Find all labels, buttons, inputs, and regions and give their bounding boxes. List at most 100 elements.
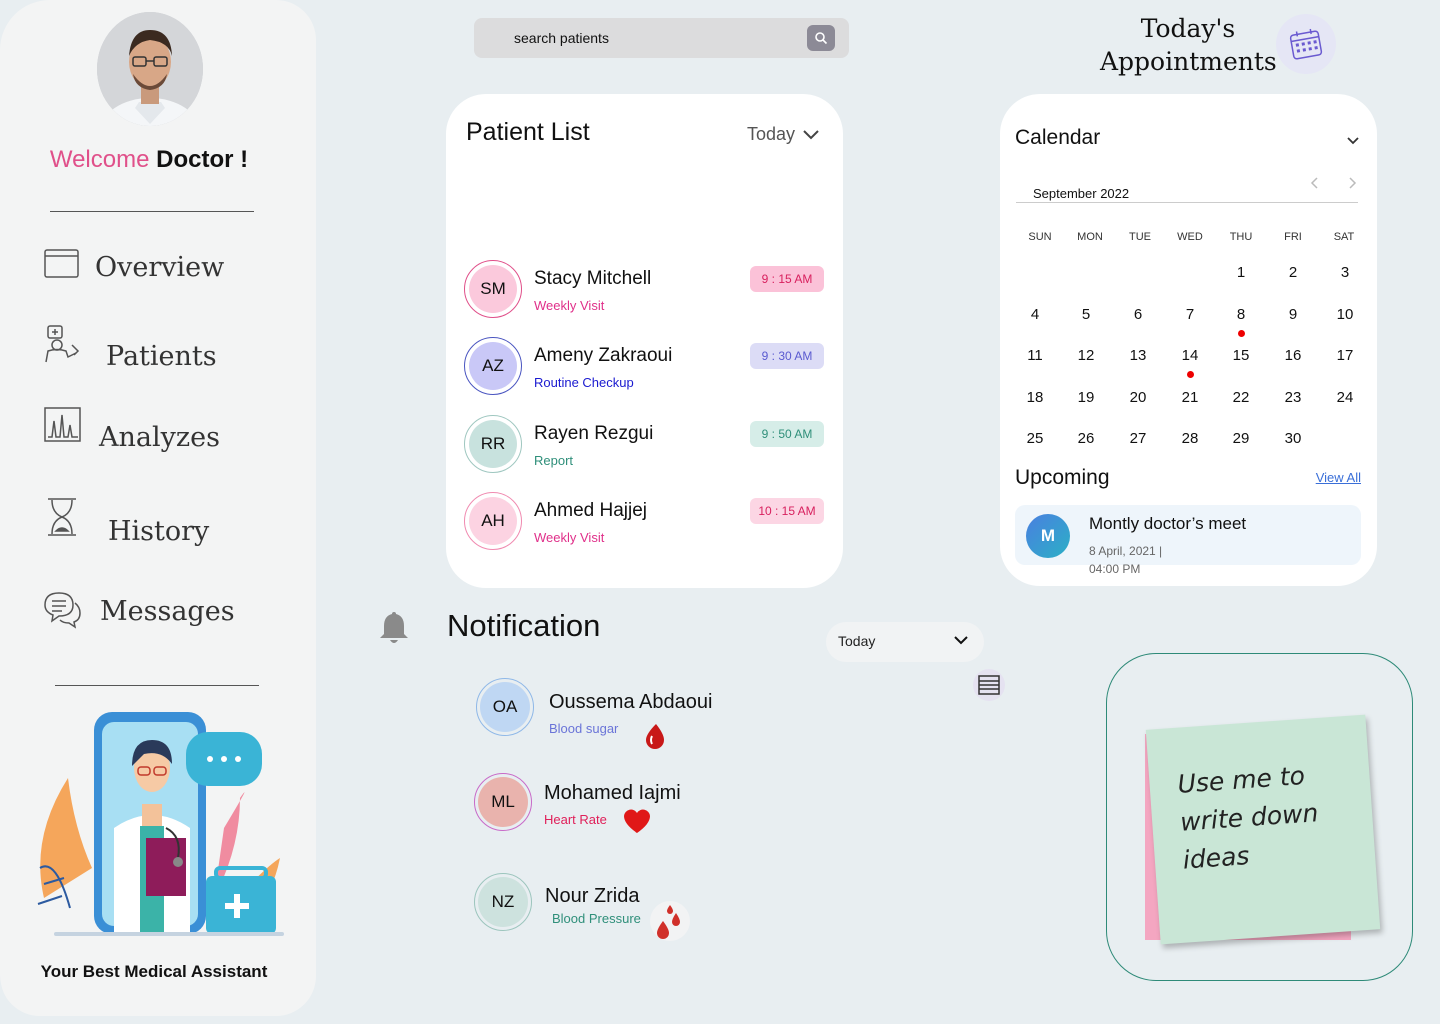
calendar-card: Calendar September 2022 SUN MON TUE WED THU F… [1000, 94, 1377, 586]
notification-name: Oussema Abdaoui [549, 691, 713, 713]
sidebar-item-label: Messages [100, 596, 235, 627]
patient-icon [42, 323, 82, 370]
doctor-avatar[interactable] [97, 12, 203, 126]
appointments-calendar-button[interactable] [1276, 14, 1336, 74]
sticky-note-text: Use me to write down ideas [1176, 754, 1354, 880]
calendar-day[interactable]: 2 [1273, 264, 1313, 281]
calendar-day[interactable]: 13 [1118, 347, 1158, 364]
calendar-day[interactable]: 4 [1015, 306, 1055, 323]
calendar-day[interactable]: 18 [1015, 389, 1055, 406]
calendar-day[interactable]: 26 [1066, 430, 1106, 447]
calendar-day[interactable]: 28 [1170, 430, 1210, 447]
calendar-day[interactable]: 1 [1221, 264, 1261, 281]
calendar-divider [1016, 202, 1358, 203]
calendar-day[interactable]: 7 [1170, 306, 1210, 323]
calendar-day[interactable]: 27 [1118, 430, 1158, 447]
calendar-day[interactable]: 12 [1066, 347, 1106, 364]
calendar-day[interactable]: 23 [1273, 389, 1313, 406]
calendar-day[interactable]: 11 [1015, 347, 1055, 364]
chevron-left-icon[interactable] [1310, 176, 1318, 194]
avatar: OA [476, 678, 534, 736]
notification-item[interactable]: NZ Nour Zrida Blood Pressure [474, 873, 734, 943]
calendar-day[interactable]: 15 [1221, 347, 1261, 364]
bell-icon[interactable] [378, 610, 410, 651]
calendar-weekday: SAT [1333, 231, 1355, 243]
patient-list-filter[interactable]: Today [747, 124, 819, 145]
patient-list-card: Patient List Today SM Stacy Mitchell Wee… [446, 94, 843, 588]
hourglass-icon [46, 497, 78, 544]
calendar-day[interactable]: 21 [1170, 389, 1210, 406]
chevron-down-icon [954, 636, 968, 645]
welcome-prefix: Welcome [49, 146, 150, 173]
notification-type: Blood sugar [549, 721, 619, 736]
search-icon [814, 31, 828, 50]
calendar-day[interactable]: 14 [1170, 347, 1210, 364]
calendar-day[interactable]: 10 [1325, 306, 1365, 323]
patient-row[interactable]: SM Stacy Mitchell Weekly Visit 9 : 15 AM [464, 260, 824, 320]
calendar-day[interactable]: 17 [1325, 347, 1365, 364]
calendar-day[interactable]: 20 [1118, 389, 1158, 406]
notification-item[interactable]: OA Oussema Abdaoui Blood sugar [476, 678, 736, 749]
patient-row[interactable]: AH Ahmed Hajjej Weekly Visit 10 : 15 AM [464, 492, 824, 552]
sticky-note[interactable]: Use me to write down ideas [1145, 714, 1381, 945]
calendar-day[interactable]: 9 [1273, 306, 1313, 323]
notification-title: Notification [447, 608, 601, 643]
sidebar-item-analyzes[interactable]: Analyzes [44, 407, 244, 453]
chevron-down-icon [803, 124, 819, 145]
notification-filter-dropdown[interactable]: Today [826, 622, 984, 662]
appointments-title-line1: Today's [1140, 14, 1236, 43]
calendar-day[interactable]: 19 [1066, 389, 1106, 406]
upcoming-event[interactable]: M Montly doctor’s meet 8 April, 2021 | 0… [1015, 505, 1361, 576]
upcoming-title: Upcoming [1015, 466, 1110, 489]
patient-list-filter-label: Today [746, 124, 795, 144]
patient-name: Ameny Zakraoui [534, 345, 673, 366]
patient-row[interactable]: AZ Ameny Zakraoui Routine Checkup 9 : 30… [464, 337, 824, 397]
notification-type: Heart Rate [544, 812, 607, 827]
list-icon [978, 675, 1000, 700]
notification-item[interactable]: ML Mohamed Iajmi Heart Rate [474, 773, 734, 843]
event-date: 8 April, 2021 | 04:00 PM [1089, 544, 1163, 576]
calendar-icon [1288, 27, 1324, 68]
sidebar-item-overview[interactable]: Overview [44, 248, 244, 284]
avatar: SM [464, 260, 522, 318]
avatar-initials: AH [469, 497, 517, 545]
window-icon [44, 248, 80, 287]
chat-icon [42, 589, 82, 636]
list-view-button[interactable] [973, 669, 1005, 701]
app-frame: Welcome Doctor ! Overview Patients Analy… [0, 0, 1440, 1024]
calendar-day[interactable]: 24 [1325, 389, 1365, 406]
sticky-note-widget[interactable]: Use me to write down ideas [1106, 653, 1413, 981]
view-all-link[interactable]: View All [1316, 470, 1361, 485]
calendar-day[interactable]: 22 [1221, 389, 1261, 406]
notification-filter-label: Today [838, 633, 876, 649]
calendar-weekday: MON [1077, 231, 1103, 243]
notification-name: Nour Zrida [545, 885, 640, 907]
sidebar-item-history[interactable]: History [46, 497, 246, 547]
time-badge: 10 : 15 AM [750, 498, 824, 524]
sidebar-item-patients[interactable]: Patients [42, 323, 242, 373]
heart-icon [622, 808, 652, 839]
chevron-down-icon[interactable] [1347, 132, 1359, 150]
sidebar-item-label: Patients [106, 341, 217, 372]
chevron-right-icon[interactable] [1349, 176, 1357, 194]
doctor-phone-illustration [34, 708, 286, 945]
calendar-day[interactable]: 5 [1066, 306, 1106, 323]
sidebar-item-messages[interactable]: Messages [42, 589, 242, 633]
search-button[interactable] [807, 25, 835, 51]
calendar-day[interactable]: 25 [1015, 430, 1055, 447]
calendar-day[interactable]: 16 [1273, 347, 1313, 364]
search-bar [474, 18, 849, 58]
calendar-day[interactable]: 8 [1221, 306, 1261, 323]
calendar-day[interactable]: 6 [1118, 306, 1158, 323]
calendar-day[interactable]: 3 [1325, 264, 1365, 281]
patient-row[interactable]: RR Rayen Rezgui Report 9 : 50 AM [464, 415, 824, 475]
calendar-day[interactable]: 29 [1221, 430, 1261, 447]
avatar-initials: AZ [469, 342, 517, 390]
visit-type: Report [534, 453, 574, 468]
patient-name: Stacy Mitchell [534, 268, 652, 289]
avatar-initials: SM [469, 265, 517, 313]
search-input[interactable] [514, 26, 794, 50]
calendar-day[interactable]: 30 [1273, 430, 1313, 447]
appointments-title: Today's Appointments [1100, 12, 1277, 78]
notification-name: Mohamed Iajmi [544, 782, 681, 804]
